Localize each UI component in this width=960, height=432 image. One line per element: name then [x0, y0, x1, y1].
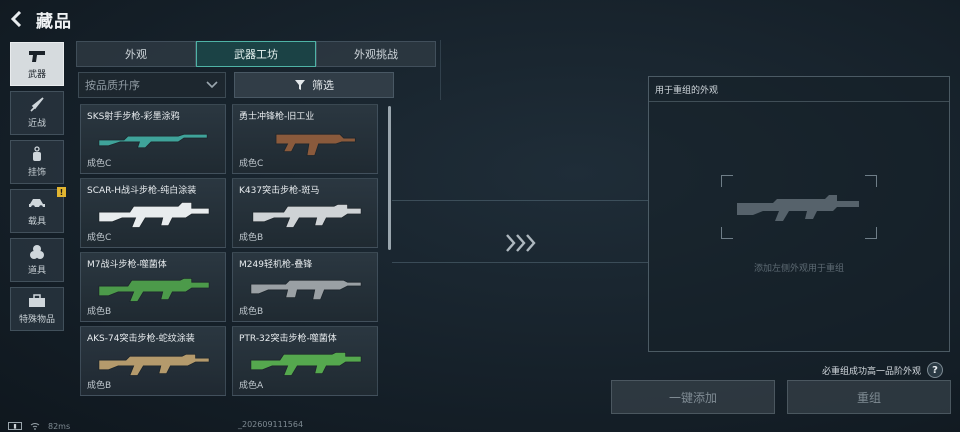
back-arrow-icon[interactable] [8, 10, 26, 28]
skin-card[interactable]: SKS射手步枪-彩墨涂鸦 成色C [80, 104, 226, 174]
skin-grade: 成色B [87, 381, 112, 391]
weapon-image [98, 277, 210, 302]
recombine-panel: 用于重组的外观 添加左侧外观用于重组 [648, 76, 950, 352]
divider [392, 200, 648, 201]
sort-dropdown[interactable]: 按品质升序 [78, 72, 226, 98]
weapon-image [250, 351, 362, 376]
skin-name: AKS-74突击步枪-蛇纹涂装 [87, 334, 195, 344]
header: 藏品 [8, 6, 72, 32]
skin-grade: 成色C [87, 159, 112, 169]
recombine-hint: 添加左侧外观用于重组 [753, 264, 844, 274]
rail-item-items[interactable]: 道具 [10, 238, 64, 282]
ping-text: 82ms [48, 421, 71, 431]
weapon-image [250, 279, 362, 300]
skin-grade: 成色B [239, 307, 264, 317]
quick-add-button[interactable]: 一键添加 [611, 380, 775, 414]
tab-bar: 外观 武器工坊 外观挑战 [76, 41, 436, 67]
skin-name: K437突击步枪-斑马 [239, 186, 320, 196]
skin-name: M249轻机枪-叠锋 [239, 260, 313, 270]
skin-card[interactable]: M249轻机枪-叠锋 成色B [232, 252, 378, 322]
weapon-image [98, 202, 210, 228]
skin-name: SKS射手步枪-彩墨涂鸦 [87, 112, 180, 122]
skin-name: PTR-32突击步枪-噬菌体 [239, 334, 337, 344]
divider [392, 262, 648, 263]
skin-name: 勇士冲锋枪-旧工业 [239, 112, 315, 122]
skin-grade: 成色A [239, 381, 264, 391]
category-rail: 武器 近战 挂饰 ! 载具 道具 特殊物品 [10, 42, 66, 336]
chevron-down-icon [206, 81, 218, 89]
sort-label: 按品质升序 [85, 79, 140, 92]
grenade-icon [28, 244, 46, 260]
charm-icon [28, 146, 46, 162]
tab-appearance[interactable]: 外观 [76, 41, 196, 67]
recombine-title: 用于重组的外观 [655, 86, 719, 96]
rail-item-weapons[interactable]: 武器 [10, 42, 64, 86]
tab-weapon-workshop[interactable]: 武器工坊 [196, 41, 316, 67]
filter-label: 筛选 [312, 79, 334, 92]
weapon-image [275, 133, 356, 156]
rail-item-special[interactable]: 特殊物品 [10, 287, 64, 331]
rail-item-charms[interactable]: 挂饰 [10, 140, 64, 184]
skin-card[interactable]: K437突击步枪-斑马 成色B [232, 178, 378, 248]
skin-list[interactable]: SKS射手步枪-彩墨涂鸦 成色C 勇士冲锋枪-旧工业 成色C SCAR-H战斗步枪-纯白… [80, 104, 394, 412]
wifi-icon [30, 423, 40, 430]
knife-icon [28, 97, 46, 113]
skin-name: M7战斗步枪-噬菌体 [87, 260, 167, 270]
skin-name: SCAR-H战斗步枪-纯白涂装 [87, 186, 197, 196]
skin-grade: 成色B [87, 307, 112, 317]
skin-grade: 成色C [87, 233, 112, 243]
rail-item-vehicles[interactable]: ! 载具 [10, 187, 66, 233]
recombine-button[interactable]: 重组 [787, 380, 951, 414]
status-bar: ▮ 82ms [8, 420, 70, 432]
rifle-placeholder-icon [737, 195, 859, 221]
weapon-image [98, 353, 210, 376]
scrollbar[interactable] [388, 106, 391, 250]
divider [649, 101, 949, 102]
build-id: _202609111564 [238, 420, 304, 429]
filter-icon [295, 80, 305, 90]
vehicle-icon [28, 195, 46, 211]
page-title: 藏品 [36, 11, 72, 32]
weapon-image [98, 133, 208, 149]
divider [440, 40, 441, 100]
rail-item-melee[interactable]: 近战 [10, 91, 64, 135]
skin-card[interactable]: PTR-32突击步枪-噬菌体 成色A [232, 326, 378, 396]
skin-card[interactable]: 勇士冲锋枪-旧工业 成色C [232, 104, 378, 174]
requirement-text: 必重组成功高一品阶外观 [822, 366, 922, 377]
skin-card[interactable]: M7战斗步枪-噬菌体 成色B [80, 252, 226, 322]
skin-card[interactable]: AKS-74突击步枪-蛇纹涂装 成色B [80, 326, 226, 396]
weapon-image [252, 203, 362, 228]
skin-grade: 成色B [239, 233, 264, 243]
requirement-note: 必重组成功高一品阶外观 ? [822, 362, 944, 378]
notification-badge: ! [57, 187, 66, 197]
skin-grade: 成色C [239, 159, 264, 169]
filter-button[interactable]: 筛选 [234, 72, 394, 98]
transfer-arrows-icon [506, 234, 536, 252]
skin-card[interactable]: SCAR-H战斗步枪-纯白涂装 成色C [80, 178, 226, 248]
tab-appearance-challenge[interactable]: 外观挑战 [316, 41, 436, 67]
help-icon[interactable]: ? [927, 362, 944, 378]
pistol-icon [28, 48, 46, 64]
briefcase-icon [28, 293, 46, 309]
signal-icon: ▮ [8, 422, 22, 430]
